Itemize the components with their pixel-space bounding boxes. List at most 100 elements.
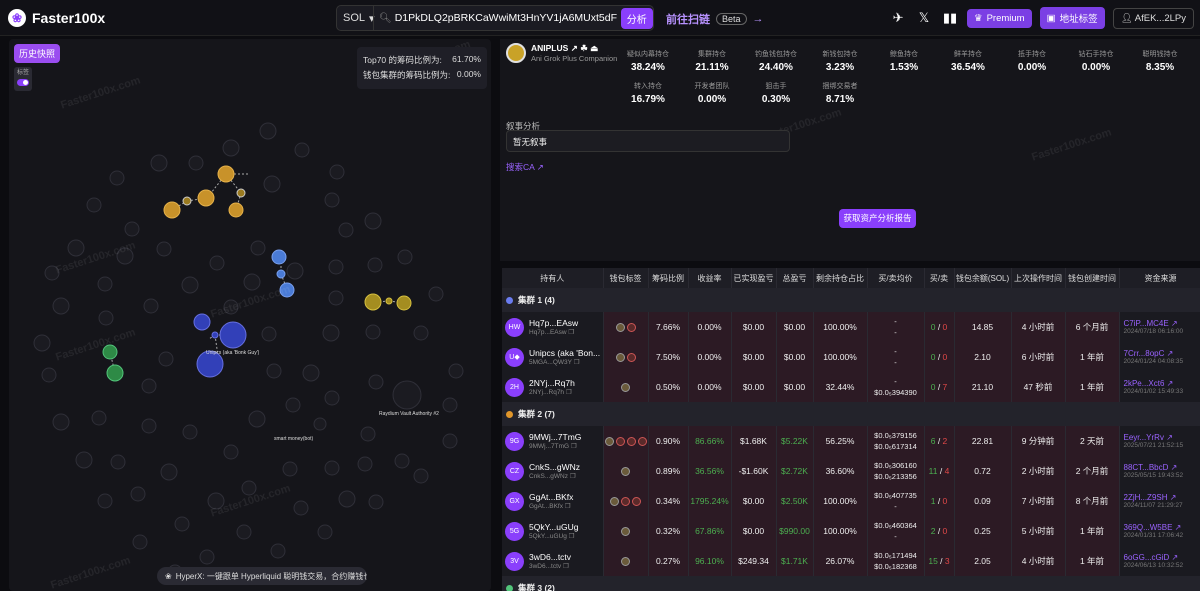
wallet-tag-icon[interactable] <box>615 353 625 363</box>
column-header[interactable]: 剩余持仓占比 <box>813 268 868 288</box>
cluster-row[interactable]: 集群 3 (2) <box>502 576 1200 591</box>
scan-link[interactable]: 前往扫链 Beta → <box>666 11 764 27</box>
total-pnl-cell: $1.71K <box>776 546 814 576</box>
stat-label: 疑似内幕持仓 <box>627 51 669 58</box>
holder-cell[interactable]: GX GgAt...BKfx GgAt...BKfx ❐ <box>502 486 604 516</box>
book-icon[interactable]: ▮▮ <box>941 9 959 27</box>
hyperx-banner[interactable]: ❀ HyperX: 一键跟单 Hyperliquid 聪明钱交易，合约赚钱也不难 <box>157 567 367 585</box>
table-row[interactable]: U◆ Unipcs (aka 'Bon... 5MGA...QW3Y ❐ 7.50% 0… <box>502 342 1200 372</box>
column-header[interactable]: 总盈亏 <box>776 268 814 288</box>
holder-cell[interactable]: 3V 3wD6...tctv 3wD6...tctv ❐ <box>502 546 604 576</box>
table-row[interactable]: GX GgAt...BKfx GgAt...BKfx ❐ 0.34% 1795.24% $… <box>502 486 1200 516</box>
column-header[interactable]: 收益率 <box>688 268 732 288</box>
table-row[interactable]: 2H 2NYj...Rq7h 2NYj...Rq7h ❐ 0.50% 0.00% $0.0… <box>502 372 1200 402</box>
wallet-tag-icon[interactable] <box>626 437 636 447</box>
fund-source-cell[interactable]: 88CT...BbcD ↗ 2025/05/15 19:43:52 <box>1119 456 1200 486</box>
user-account-button[interactable]: 👤︎ AfEK...2LPy <box>1112 7 1194 29</box>
fund-source-cell[interactable]: 2ZjH...Z9SH ↗ 2024/11/07 21:29:27 <box>1119 486 1200 516</box>
address-input[interactable] <box>391 12 617 24</box>
column-header[interactable]: 筹码比例 <box>648 268 689 288</box>
copy-icon[interactable]: ❐ <box>565 503 571 510</box>
external-link-icon[interactable]: ↗ <box>1167 349 1174 358</box>
column-header[interactable]: 钱包创建时间 <box>1065 268 1120 288</box>
table-row[interactable]: 9G 9MWj...7TmG 9MWj...7TmG ❐ 0.90% 86.66% $1.… <box>502 426 1200 456</box>
wallet-tag-icon[interactable] <box>615 323 625 333</box>
external-link-icon[interactable]: ↗ <box>571 43 578 53</box>
address-label-button[interactable]: ▣ 地址标签 <box>1039 7 1105 29</box>
external-link-icon[interactable]: ↗ <box>1170 493 1177 502</box>
wallet-tag-icon[interactable] <box>621 527 630 537</box>
external-link-icon[interactable]: ↗ <box>1167 379 1174 388</box>
column-header[interactable]: 买/卖 <box>924 268 955 288</box>
column-header[interactable]: 持有人 <box>502 268 604 288</box>
copy-icon[interactable]: ❐ <box>574 359 580 366</box>
copy-icon[interactable]: ❐ <box>571 443 577 450</box>
copy-icon[interactable]: ❐ <box>566 389 572 396</box>
column-header[interactable]: 资金来源 <box>1119 268 1200 288</box>
external-link-icon[interactable]: ↗ <box>1172 553 1179 562</box>
stat-value: 8.71% <box>825 94 855 105</box>
cluster-title: 集群 2 (7) <box>518 409 555 419</box>
top-right-actions: ✈ 𝕏 ▮▮ ♛ Premium ▣ 地址标签 👤︎ AfEK...2LPy <box>889 7 1194 29</box>
bubble-map[interactable]: Unipcs (aka 'Bonk Guy') Raydium Vault Au… <box>9 39 491 591</box>
search-ca-link[interactable]: 搜索CA ↗ <box>506 161 544 173</box>
wallet-tag-icon[interactable] <box>604 437 614 447</box>
copy-icon[interactable]: ❐ <box>568 329 574 336</box>
ratio-value: 61.70% <box>452 54 481 64</box>
wallet-tag-icon[interactable] <box>621 497 630 507</box>
holder-cell[interactable]: HW Hq7p...EAsw Hq7p...EAsw ❐ <box>502 312 604 342</box>
wallet-tag-icon[interactable] <box>615 437 625 447</box>
holder-cell[interactable]: CZ CnkS...gWNz CnkS...gWNz ❐ <box>502 456 604 486</box>
fund-source-cell[interactable]: 369Q...W5BE ↗ 2024/01/31 17:06:42 <box>1119 516 1200 546</box>
holder-cell[interactable]: 5G 5QkY...uGUg 5QkY...uGUg ❐ <box>502 516 604 546</box>
wallet-tag-icon[interactable] <box>610 497 619 507</box>
wallet-tag-icon[interactable] <box>632 497 641 507</box>
stat-value: 16.79% <box>631 94 665 105</box>
holder-cell[interactable]: U◆ Unipcs (aka 'Bon... 5MGA...QW3Y ❐ <box>502 342 604 372</box>
wallet-tag-icon[interactable] <box>626 323 636 333</box>
wallet-tag-icon[interactable] <box>626 353 636 363</box>
stat-item: 新钱包持仓 3.23% <box>808 49 872 73</box>
brand-logo[interactable]: ❀ Faster100x <box>8 9 105 27</box>
fund-source-date: 2024/11/07 21:29:27 <box>1123 502 1183 509</box>
fund-source-cell[interactable]: Eeyr...YrRv ↗ 2025/07/21 21:52:15 <box>1119 426 1200 456</box>
wallet-tag-icon[interactable] <box>621 467 630 477</box>
copy-icon[interactable]: ❐ <box>570 473 576 480</box>
wallet-tag-icon[interactable] <box>621 557 630 567</box>
analyze-button[interactable]: 分析 <box>620 7 653 29</box>
cluster-row[interactable]: 集群 1 (4) <box>502 288 1200 312</box>
column-header[interactable]: 上次操作时间 <box>1011 268 1066 288</box>
external-link-icon[interactable]: ↗ <box>1171 319 1178 328</box>
fund-source-cell[interactable]: 7Crr...8opC ↗ 2024/01/24 04:08:35 <box>1119 342 1200 372</box>
bubble-label-smart-money: smart money(bot) <box>274 436 314 442</box>
asset-report-button[interactable]: 获取资产分析报告 <box>839 209 916 228</box>
external-link-icon[interactable]: ↗ <box>1175 523 1182 532</box>
label-toggle[interactable] <box>17 79 29 86</box>
external-link-icon[interactable]: ↗ <box>1171 463 1178 472</box>
premium-button[interactable]: ♛ Premium <box>967 8 1032 28</box>
fund-source-cell[interactable]: 2kPe...Xct6 ↗ 2024/01/02 15:49:33 <box>1119 372 1200 402</box>
table-row[interactable]: CZ CnkS...gWNz CnkS...gWNz ❐ 0.89% 36.56% -$1… <box>502 456 1200 486</box>
chain-select[interactable]: SOL ▾ <box>337 12 375 25</box>
telegram-icon[interactable]: ✈ <box>889 9 907 27</box>
column-header[interactable]: 钱包标签 <box>603 268 649 288</box>
holder-cell[interactable]: 2H 2NYj...Rq7h 2NYj...Rq7h ❐ <box>502 372 604 402</box>
table-row[interactable]: 3V 3wD6...tctv 3wD6...tctv ❐ 0.27% 96.10% $24… <box>502 546 1200 576</box>
copy-icon[interactable]: ❐ <box>563 563 569 570</box>
external-link-icon[interactable]: ↗ <box>1166 433 1173 442</box>
column-header[interactable]: 钱包余额(SOL) <box>954 268 1012 288</box>
fund-source-cell[interactable]: 6oGG...cGiD ↗ 2024/06/13 10:32:52 <box>1119 546 1200 576</box>
x-icon[interactable]: 𝕏 <box>915 9 933 27</box>
wallet-tag-icon[interactable] <box>637 437 647 447</box>
total-pnl-cell: $2.50K <box>776 486 814 516</box>
holder-cell[interactable]: 9G 9MWj...7TmG 9MWj...7TmG ❐ <box>502 426 604 456</box>
cluster-row[interactable]: 集群 2 (7) <box>502 402 1200 426</box>
wallet-tag-icon[interactable] <box>621 383 630 393</box>
fund-source-cell[interactable]: C7iP...MC4E ↗ 2024/07/18 06:16:00 <box>1119 312 1200 342</box>
history-snapshot-button[interactable]: 历史快照 <box>14 44 61 63</box>
table-row[interactable]: HW Hq7p...EAsw Hq7p...EAsw ❐ 7.66% 0.00% $0.0… <box>502 312 1200 342</box>
column-header[interactable]: 买/卖均价 <box>867 268 925 288</box>
column-header[interactable]: 已实现盈亏 <box>731 268 777 288</box>
table-row[interactable]: 5G 5QkY...uGUg 5QkY...uGUg ❐ 0.32% 67.86% $0.… <box>502 516 1200 546</box>
copy-icon[interactable]: ❐ <box>569 533 575 540</box>
